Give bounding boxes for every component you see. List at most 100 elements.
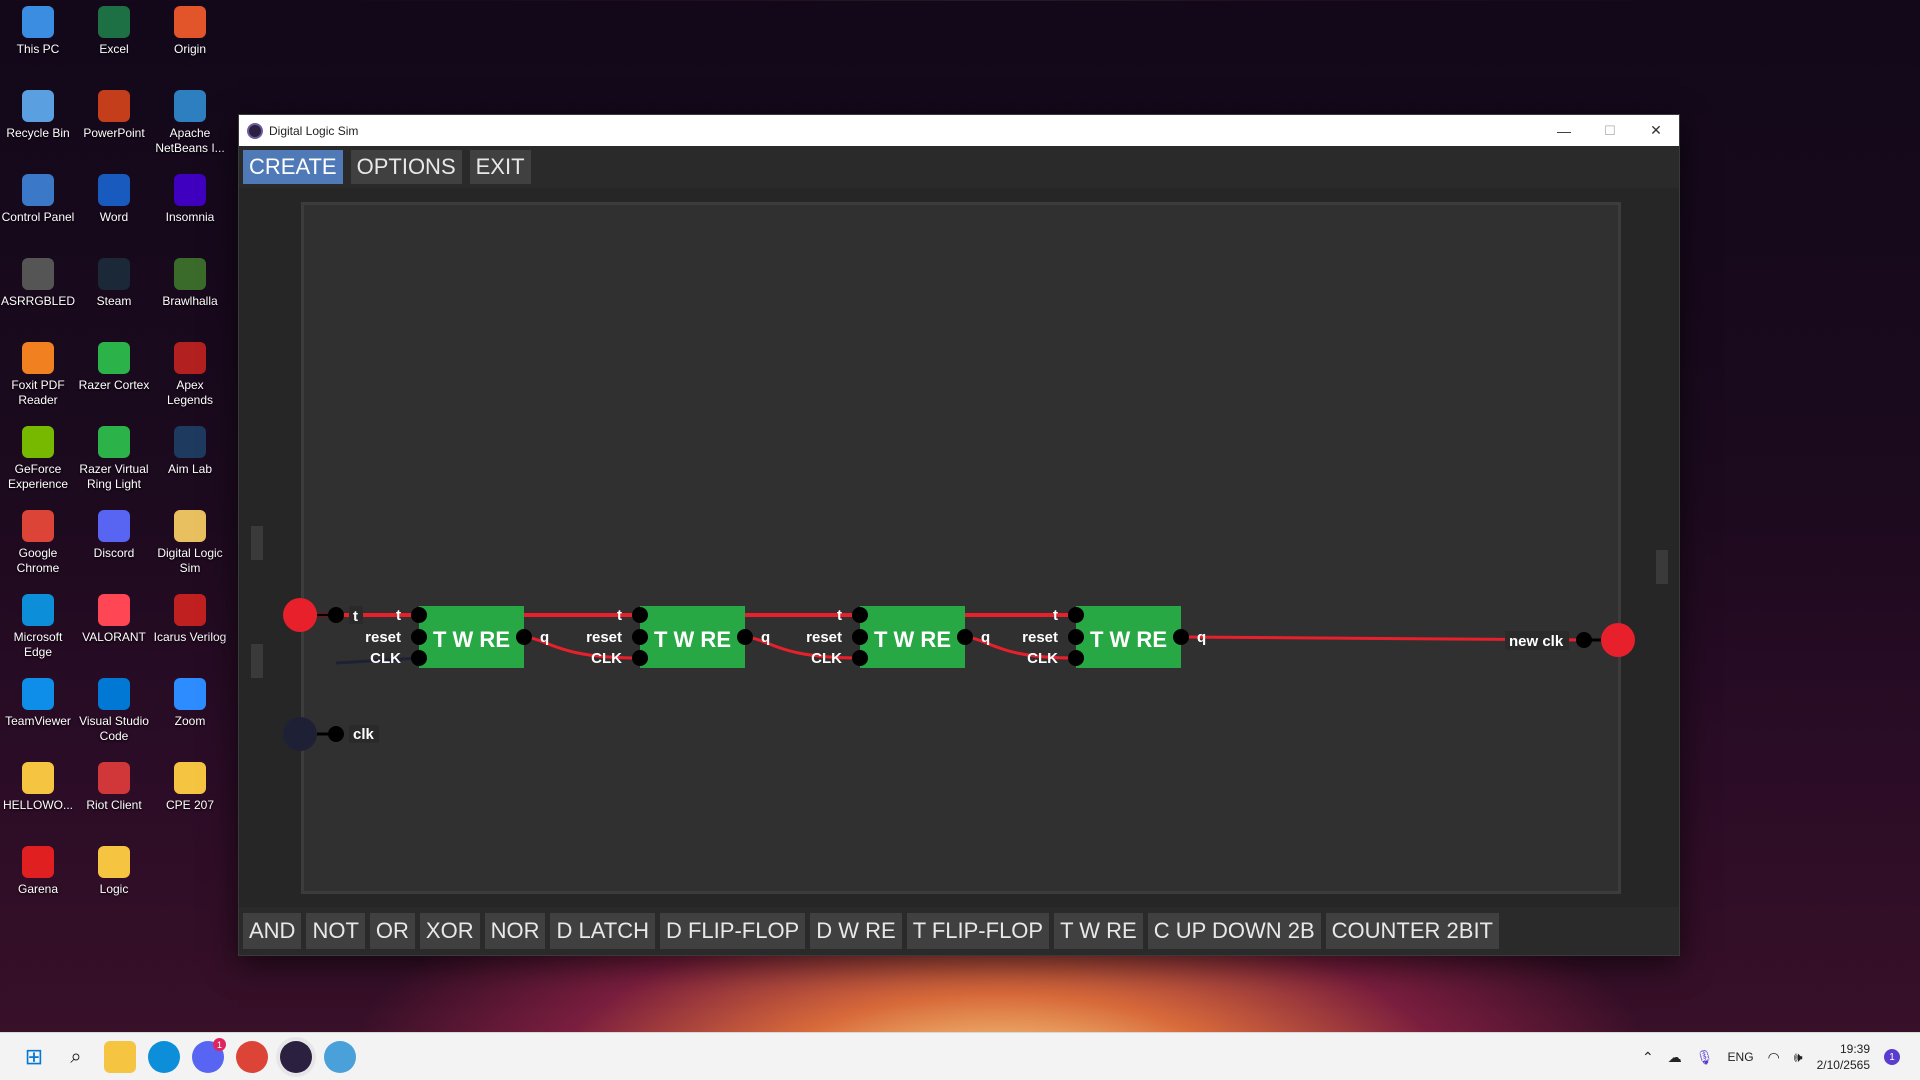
chip-input-pin[interactable] [411,629,427,645]
discord-taskbar-icon[interactable]: 1 [192,1038,226,1073]
app-icon [98,678,130,710]
chip-input-pin[interactable] [632,607,648,623]
app-icon [174,6,206,38]
desktop-icon[interactable]: This PC [0,6,76,57]
desktop-icon[interactable]: Aim Lab [152,426,228,477]
desktop-icon[interactable]: Foxit PDF Reader [0,342,76,408]
palette-chip-button[interactable]: COUNTER 2BIT [1325,913,1499,949]
chip-input-pin[interactable] [411,650,427,666]
digital-logic-sim-taskbar-icon[interactable] [280,1041,312,1073]
microphone-icon[interactable]: 🎙 [1696,1049,1714,1066]
input-toggle-clk[interactable] [283,717,317,751]
desktop-icon[interactable]: PowerPoint [76,90,152,141]
desktop-icon[interactable]: Origin [152,6,228,57]
desktop-icon[interactable]: Razer Cortex [76,342,152,393]
palette-chip-button[interactable]: C UP DOWN 2B [1147,913,1321,949]
chip-pin-label: reset [1022,629,1058,646]
desktop-icon[interactable]: Logic [76,846,152,897]
desktop-icon[interactable]: Riot Client [76,762,152,813]
chip-input-pin[interactable] [852,629,868,645]
chip-pin-label: reset [806,629,842,646]
palette-chip-button[interactable]: D FLIP-FLOP [659,913,806,949]
maximize-button[interactable]: ☐ [1587,115,1633,146]
title-bar[interactable]: Digital Logic Sim — ☐ ✕ [239,115,1679,146]
desktop-icon[interactable]: Digital Logic Sim [152,510,228,576]
app-icon [174,342,206,374]
app-icon [174,174,206,206]
desktop-icon[interactable]: Zoom [152,678,228,729]
chip-input-pin[interactable] [632,650,648,666]
desktop-icon[interactable]: Recycle Bin [0,90,76,141]
palette-chip-button[interactable]: T FLIP-FLOP [906,913,1050,949]
edge-icon[interactable] [148,1041,180,1073]
desktop-icon[interactable]: Apex Legends [152,342,228,408]
chip-input-pin[interactable] [1068,650,1084,666]
chip-output-pin[interactable] [957,629,973,645]
desktop-icon[interactable]: Apache NetBeans I... [152,90,228,156]
palette-chip-button[interactable]: OR [369,913,415,949]
desktop-icon-label: Microsoft Edge [13,630,63,659]
desktop-icon[interactable]: Steam [76,258,152,309]
palette-chip-button[interactable]: D LATCH [550,913,655,949]
chip-input-pin[interactable] [632,629,648,645]
language-indicator[interactable]: ENG [1728,1050,1754,1064]
create-button[interactable]: CREATE [243,150,343,184]
search-icon[interactable]: ⌕ [60,1041,92,1073]
desktop-icon[interactable]: ASRRGBLED [0,258,76,309]
chip-input-pin[interactable] [852,607,868,623]
volume-icon[interactable]: 🕪 [1794,1049,1803,1066]
palette-chip-button[interactable]: NOT [306,913,365,949]
desktop-icon[interactable]: Visual Studio Code [76,678,152,744]
palette-chip-button[interactable]: XOR [419,913,480,949]
chip-input-pin[interactable] [411,607,427,623]
chrome-icon[interactable] [236,1041,268,1073]
desktop-icon[interactable]: CPE 207 [152,762,228,813]
file-explorer-icon[interactable] [104,1041,136,1073]
chip-pin-label: t [1053,607,1058,624]
desktop-icon[interactable]: Garena [0,846,76,897]
input-pin-t[interactable] [328,607,344,623]
clock[interactable]: 19:39 2/10/2565 [1817,1041,1870,1073]
start-icon[interactable]: ⊞ [18,1041,50,1073]
wifi-icon[interactable]: ◠ [1768,1049,1780,1066]
output-indicator[interactable] [1601,623,1635,657]
desktop-icon[interactable]: Excel [76,6,152,57]
palette-chip-button[interactable]: T W RE [1054,913,1143,949]
chip-input-pin[interactable] [1068,607,1084,623]
desktop-icon[interactable]: TeamViewer [0,678,76,729]
desktop-icon[interactable]: Discord [76,510,152,561]
chip-output-pin[interactable] [1173,629,1189,645]
app-icon [98,594,130,626]
desktop-icon[interactable]: Google Chrome [0,510,76,576]
close-button[interactable]: ✕ [1633,115,1679,146]
globe-app-icon[interactable] [324,1041,356,1073]
palette-chip-button[interactable]: NOR [484,913,546,949]
desktop-icon[interactable]: Icarus Verilog [152,594,228,645]
chevron-up-icon[interactable]: ⌃ [1642,1049,1654,1066]
desktop-icon[interactable]: Insomnia [152,174,228,225]
exit-button[interactable]: EXIT [469,150,531,184]
minimize-button[interactable]: — [1541,115,1587,146]
input-toggle-t[interactable] [283,598,317,632]
desktop-icon[interactable]: VALORANT [76,594,152,645]
app-icon [174,90,206,122]
desktop-icon[interactable]: GeForce Experience [0,426,76,492]
desktop-icon[interactable]: Word [76,174,152,225]
palette-chip-button[interactable]: AND [243,913,302,949]
desktop-icon[interactable]: HELLOWO... [0,762,76,813]
notification-badge[interactable]: 1 [1884,1049,1900,1065]
options-button[interactable]: OPTIONS [350,150,462,184]
chip-input-pin[interactable] [1068,629,1084,645]
chip-input-pin[interactable] [852,650,868,666]
desktop-icon[interactable]: Control Panel [0,174,76,225]
desktop-icon[interactable]: Razer Virtual Ring Light [76,426,152,492]
desktop-icon[interactable]: Brawlhalla [152,258,228,309]
input-pin-clk[interactable] [328,726,344,742]
desktop-icon[interactable]: Microsoft Edge [0,594,76,660]
chip-output-pin[interactable] [737,629,753,645]
palette-chip-button[interactable]: D W RE [810,913,902,949]
chip-output-pin[interactable] [516,629,532,645]
cloud-icon[interactable]: ☁ [1668,1049,1682,1066]
app-icon [247,122,263,139]
window-title: Digital Logic Sim [269,123,359,138]
